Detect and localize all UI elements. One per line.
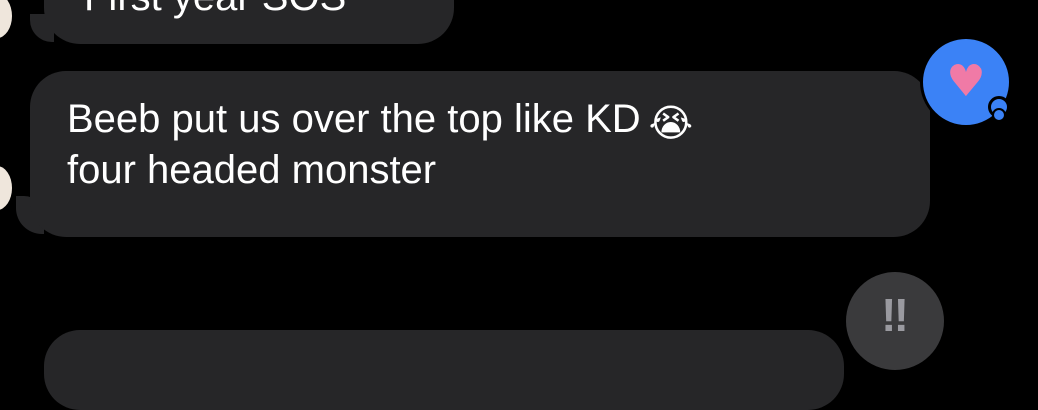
avatar[interactable] bbox=[0, 0, 12, 38]
message-text: Beeb put us over the top like KD 😭 four h… bbox=[67, 96, 887, 194]
emphasis-tapback[interactable]: ‼ bbox=[846, 272, 944, 370]
message-bubble[interactable]: First year SOS bbox=[44, 0, 454, 44]
message-bubble[interactable] bbox=[44, 330, 844, 410]
double-exclamation-icon: ‼ bbox=[881, 289, 909, 341]
message-bubble[interactable]: Beeb put us over the top like KD 😭 four h… bbox=[30, 71, 930, 237]
message-text: First year SOS bbox=[84, 0, 346, 20]
message-line: four headed monster bbox=[67, 148, 437, 192]
message-line: Beeb put us over the top like KD 😭 bbox=[67, 97, 694, 145]
avatar[interactable] bbox=[0, 166, 12, 210]
heart-icon: ♥ bbox=[946, 56, 986, 107]
tapback-tail bbox=[992, 108, 1006, 122]
crying-face-icon: 😭 bbox=[648, 101, 694, 145]
